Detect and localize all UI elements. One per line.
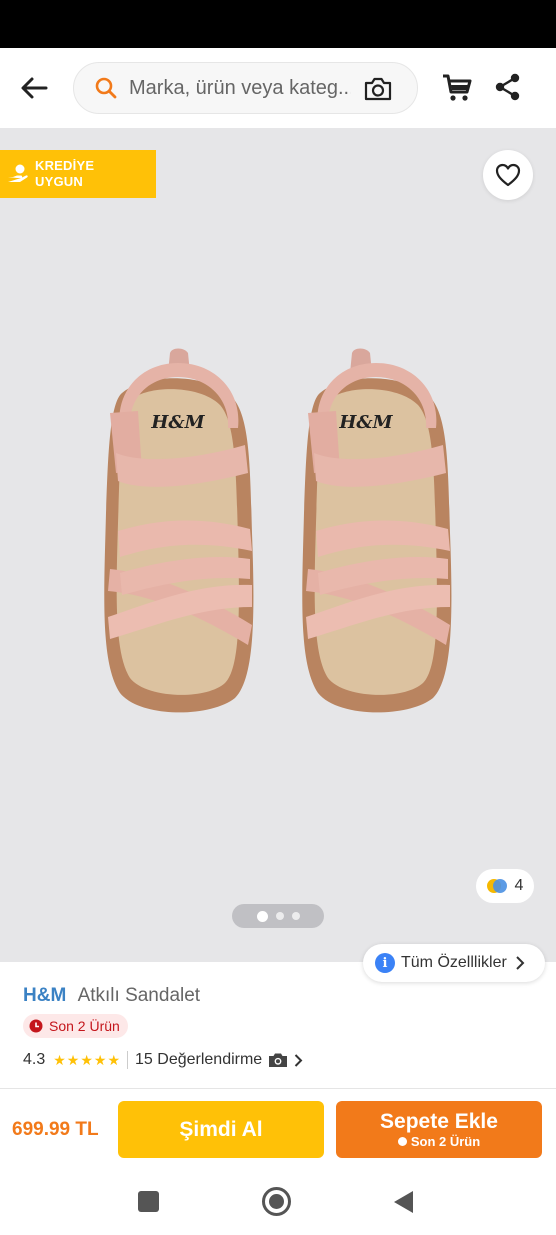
camera-icon[interactable] — [363, 75, 393, 103]
pagination-dot[interactable] — [275, 912, 284, 920]
pagination-dot[interactable] — [291, 912, 300, 920]
credit-badge-line1: KREDİYE — [35, 158, 95, 173]
sandal-product-image: H&M H&M — [104, 348, 452, 713]
top-app-bar: Marka, ürün veya kateg... — [0, 48, 556, 128]
rating-summary[interactable]: 4.3 ★★★★★ 15 Değerlendirme — [23, 1051, 303, 1069]
info-icon: i — [375, 953, 395, 973]
color-count-label: 4 — [514, 877, 524, 894]
system-back-icon[interactable] — [394, 1191, 413, 1213]
credit-badge-line2: UYGUN — [35, 174, 83, 189]
review-count[interactable]: 15 Değerlendirme — [135, 1051, 262, 1069]
low-stock-badge: Son 2 Ürün — [23, 1014, 128, 1038]
back-button[interactable] — [14, 70, 54, 106]
color-variants-button[interactable]: 4 — [476, 869, 534, 903]
recent-apps-icon[interactable] — [138, 1191, 159, 1212]
add-to-cart-label: Sepete Ekle — [380, 1109, 498, 1133]
share-icon[interactable] — [494, 72, 522, 102]
search-placeholder: Marka, ürün veya kateg... — [129, 76, 351, 99]
buy-now-button[interactable]: Şimdi Al — [118, 1101, 324, 1158]
add-to-cart-sub-label: Son 2 Ürün — [410, 1133, 481, 1149]
left-sandal-logo: H&M — [150, 412, 205, 433]
right-sandal: H&M — [302, 348, 452, 713]
color-palette-icon — [486, 879, 507, 893]
divider — [127, 1051, 129, 1069]
image-pagination[interactable] — [232, 904, 324, 928]
arrow-left-icon — [21, 77, 48, 99]
pagination-dot-active[interactable] — [256, 910, 268, 922]
product-title: H&M Atkılı Sandalet — [23, 985, 200, 1007]
search-input[interactable]: Marka, ürün veya kateg... — [73, 62, 418, 114]
status-bar — [0, 0, 556, 48]
photo-review-camera-icon — [269, 1053, 288, 1067]
all-specs-button[interactable]: i Tüm Özelllikler — [363, 944, 545, 982]
favorite-button[interactable] — [483, 150, 533, 200]
hand-coin-icon — [7, 163, 29, 185]
home-icon[interactable] — [262, 1187, 291, 1216]
chevron-right-icon — [516, 956, 525, 970]
chevron-right-icon — [294, 1053, 303, 1067]
purchase-bar: 699.99 TL Şimdi Al Sepete Ekle Son 2 Ürü… — [0, 1088, 556, 1172]
all-specs-label: Tüm Özelllikler — [401, 954, 507, 971]
rating-value: 4.3 — [23, 1051, 46, 1068]
system-navigation-bar — [0, 1172, 556, 1235]
brand-link[interactable]: H&M — [23, 985, 66, 1006]
search-icon — [93, 75, 119, 101]
product-name: Atkılı Sandalet — [77, 985, 201, 1006]
cart-icon[interactable] — [441, 72, 473, 104]
right-sandal-logo: H&M — [338, 412, 393, 433]
add-to-cart-button[interactable]: Sepete Ekle Son 2 Ürün — [336, 1101, 542, 1158]
add-to-cart-stock-note: Son 2 Ürün — [397, 1133, 481, 1150]
clock-icon — [397, 1137, 407, 1146]
left-sandal: H&M — [104, 348, 254, 713]
clock-icon — [29, 1019, 43, 1033]
price: 699.99 TL — [12, 1119, 99, 1140]
credit-eligible-badge: KREDİYE UYGUN — [0, 150, 156, 198]
product-image-gallery[interactable]: KREDİYE UYGUN H&M H&M 4 — [0, 128, 556, 962]
stock-badge-text: Son 2 Ürün — [49, 1018, 120, 1034]
star-rating-icon: ★★★★★ — [53, 1051, 122, 1068]
heart-icon — [495, 163, 521, 187]
